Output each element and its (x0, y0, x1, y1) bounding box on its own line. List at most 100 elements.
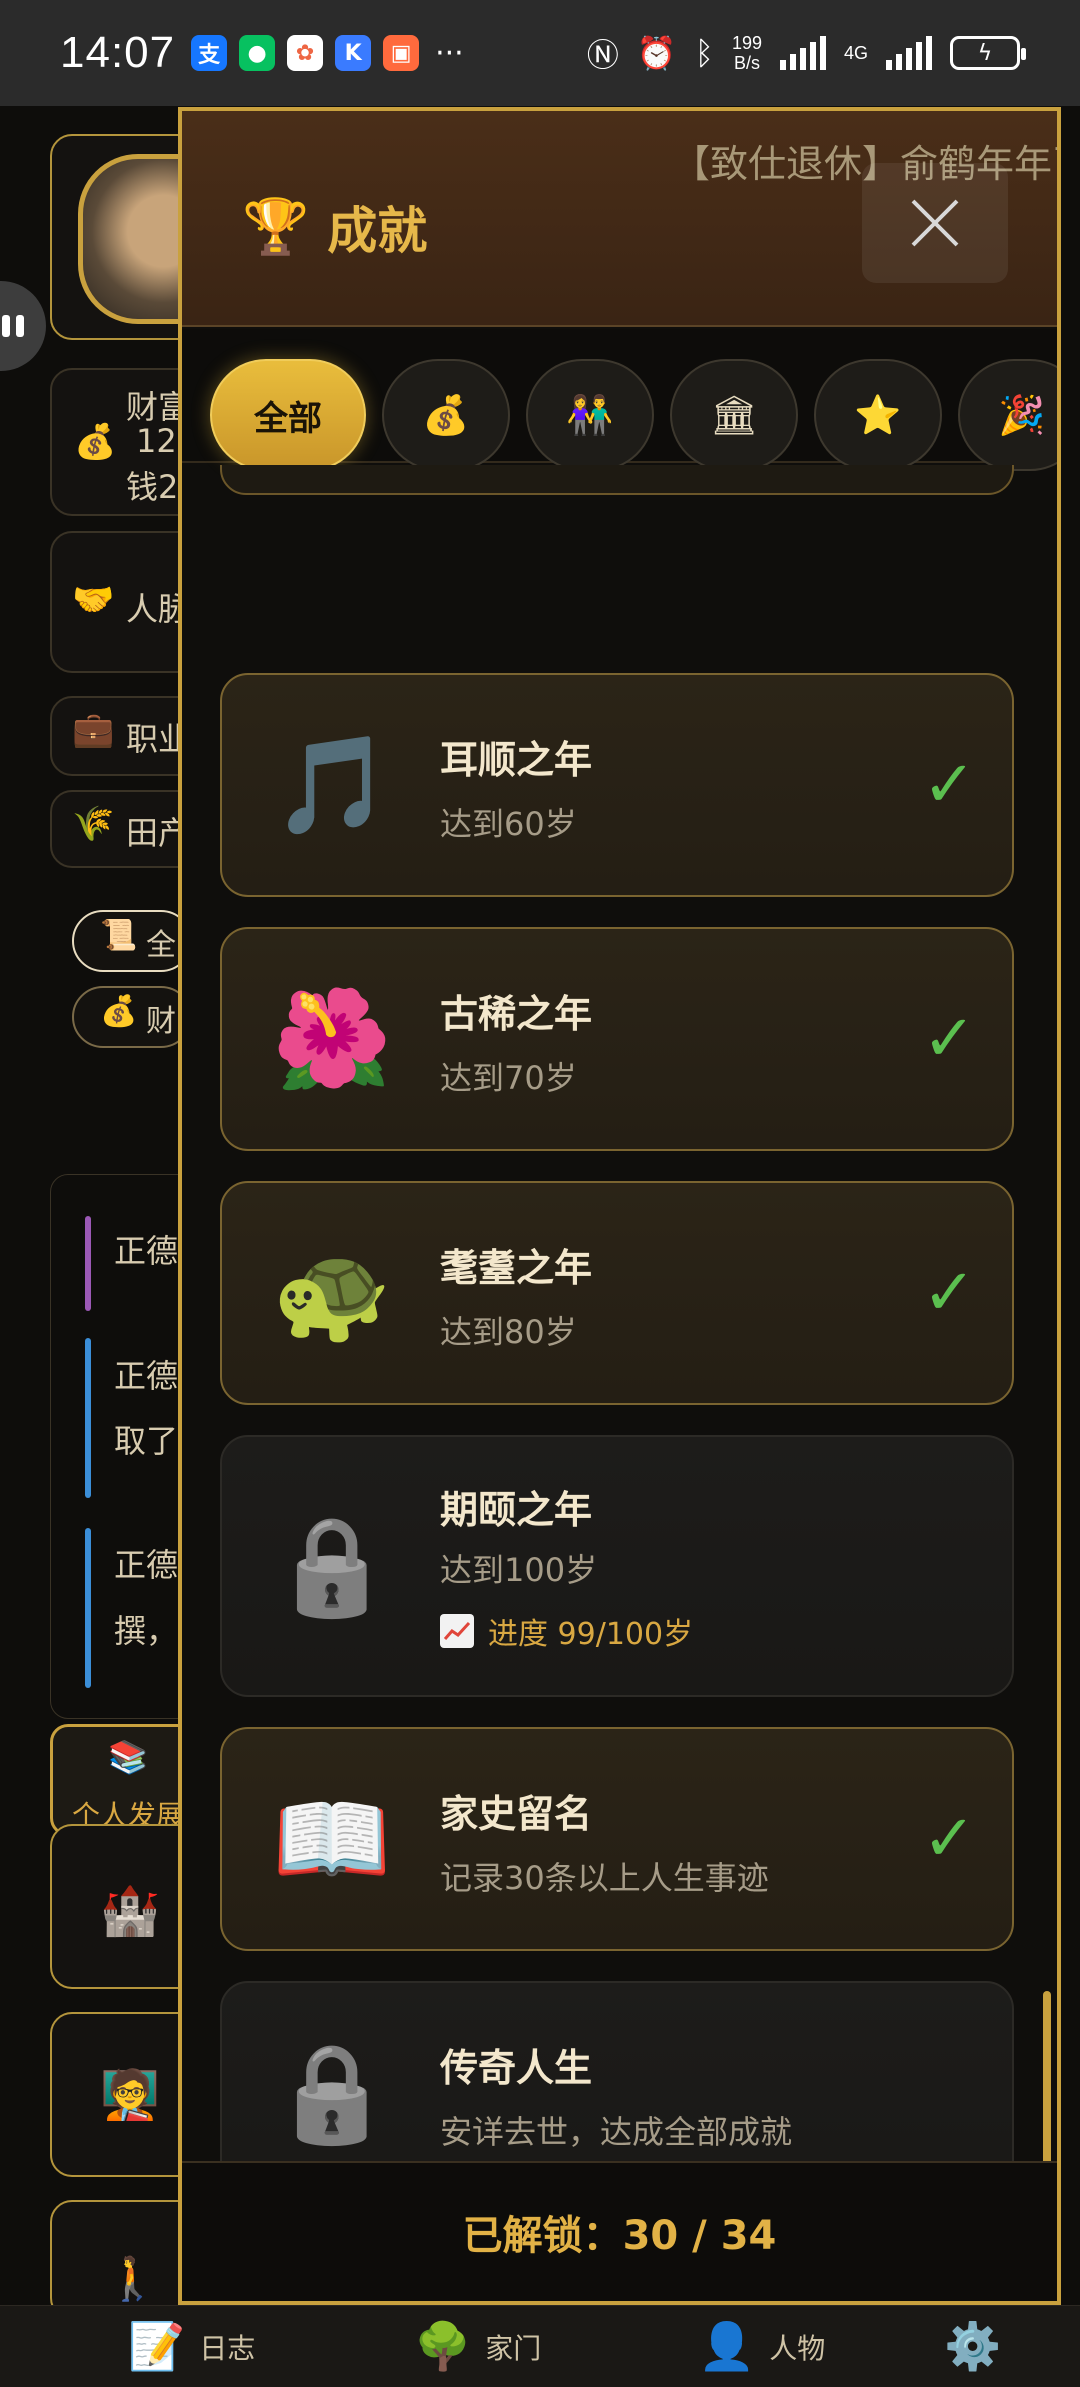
event-text: 正德 (114, 1357, 179, 1395)
achievement-list[interactable]: 🎵 耳顺之年 达到60岁 ✓ 🌺 古稀之年 达到70岁 ✓ 🐢 耄耋之年 达到8… (182, 465, 1057, 2165)
money-bag-icon: 💰 (74, 422, 117, 462)
network-type: 4G (843, 43, 868, 63)
achievement-desc: 记录30条以上人生事迹 (440, 1859, 769, 1897)
achievement-name: 耳顺之年 (440, 738, 593, 782)
achievement-desc: 安详去世，达成全部成就 (440, 2113, 793, 2151)
event-text: 正德 (114, 1232, 179, 1270)
books-icon: 📚 (108, 1738, 148, 1776)
nav-settings[interactable]: ⚙️ (944, 2319, 1001, 2374)
tab-special[interactable]: ⭐ (814, 359, 942, 471)
nav-character[interactable]: 👤 人物 (698, 2319, 825, 2374)
modal-title: 成就 (327, 202, 428, 260)
achievement-desc: 达到80岁 (440, 1313, 577, 1351)
castle-icon: 🏰 (100, 1883, 160, 1939)
achievement-card[interactable]: 🎵 耳顺之年 达到60岁 ✓ (220, 673, 1014, 897)
achievement-card[interactable]: 🐢 耄耋之年 达到80岁 ✓ (220, 1181, 1014, 1405)
nav-log[interactable]: 📝 日志 (128, 2319, 255, 2374)
event-marker (85, 1216, 91, 1311)
achievement-desc: 达到60岁 (440, 805, 577, 843)
lock-icon: 🔒 (272, 2036, 392, 2149)
event-text: 正德 (114, 1546, 179, 1584)
close-icon (911, 199, 959, 247)
speed-unit: B/s (733, 53, 760, 73)
alarm-icon: ⏰ (636, 34, 677, 72)
achievement-name: 古稀之年 (440, 992, 593, 1036)
achievement-desc: 达到70岁 (440, 1059, 577, 1097)
handshake-icon: 🤝 (72, 580, 115, 620)
rice-icon: 🌾 (72, 804, 115, 844)
network-speed: 199 B/s (732, 33, 762, 73)
wechat-icon: ● (239, 35, 276, 71)
star-icon: ⭐ (854, 392, 902, 437)
tag-wealth-label: 财 (146, 1004, 176, 1039)
music-note-icon: 🎵 (272, 728, 392, 841)
filter-tabs: 全部 💰 👫 🏛 ⭐ 🎉 (182, 329, 1057, 471)
checkmark-icon: ✓ (922, 748, 976, 822)
more-notifications-icon: ··· (435, 35, 464, 71)
achievement-card-locked[interactable]: 🔒 期颐之年 达到100岁 进度 99/100岁 (220, 1435, 1014, 1697)
progress-text: 进度 99/100岁 (488, 1617, 694, 1652)
nav-log-label: 日志 (199, 2331, 256, 2365)
achievement-card-locked[interactable]: 🔒 传奇人生 安详去世，达成全部成就 (220, 1981, 1014, 2165)
tab-events[interactable]: 🎉 (958, 359, 1057, 471)
chart-increasing-icon (440, 1614, 474, 1648)
person-icon: 👤 (698, 2319, 756, 2373)
gear-icon: ⚙️ (944, 2319, 1002, 2373)
title-row: 🏆 成就 (242, 191, 427, 263)
achievement-name: 耄耋之年 (440, 1246, 593, 1290)
tab-career[interactable]: 🏛 (670, 359, 798, 471)
app-k-icon: K (335, 35, 372, 71)
memo-icon: 📝 (128, 2319, 186, 2373)
tab-family[interactable]: 👫 (526, 359, 654, 471)
nav-family[interactable]: 🌳 家门 (414, 2319, 541, 2374)
classical-building-icon: 🏛 (709, 392, 759, 437)
status-bar: 14:07 支 ● ✿ K ▣ ··· Ⓝ ⏰ ᛒ 199 B/s 4G ϟ (0, 0, 1080, 106)
money-value: 钱2 (126, 468, 179, 506)
achievement-card-partial (220, 465, 1014, 495)
event-marker (85, 1528, 91, 1688)
lock-icon: 🔒 (272, 1509, 392, 1622)
tree-icon: 🌳 (414, 2319, 472, 2373)
notification-icons: 支 ● ✿ K ▣ (191, 35, 420, 71)
achievement-name: 传奇人生 (440, 2046, 593, 2090)
checkmark-icon: ✓ (922, 1802, 976, 1876)
money-bag-icon: 💰 (422, 392, 470, 437)
achievement-name: 家史留名 (440, 1792, 593, 1836)
signal-icon-2 (886, 36, 932, 70)
tab-all[interactable]: 全部 (210, 359, 366, 471)
achievement-card[interactable]: 🌺 古稀之年 达到70岁 ✓ (220, 927, 1014, 1151)
party-popper-icon: 🎉 (998, 392, 1046, 437)
floating-handle[interactable] (0, 281, 46, 371)
event-text: 撰， (114, 1612, 179, 1650)
app-icon: ✿ (287, 35, 324, 71)
achievement-desc: 达到100岁 (440, 1551, 598, 1589)
close-button[interactable] (862, 163, 1008, 283)
signal-icon (779, 36, 826, 70)
tab-wealth[interactable]: 💰 (382, 359, 510, 471)
event-marker (85, 1338, 91, 1498)
open-book-icon: 📖 (272, 1782, 392, 1895)
event-text: 取了 (114, 1422, 179, 1460)
couple-icon: 👫 (566, 392, 614, 437)
nav-family-label: 家门 (485, 2331, 542, 2365)
trophy-icon: 🏆 (242, 195, 310, 258)
turtle-icon: 🐢 (272, 1236, 392, 1349)
teacher-icon: 🧑‍🏫 (100, 2067, 160, 2123)
achievement-card[interactable]: 📖 家史留名 记录30条以上人生事迹 ✓ (220, 1727, 1014, 1951)
bluetooth-icon: ᛒ (694, 34, 714, 72)
nfc-icon: Ⓝ (586, 36, 619, 74)
achievement-name: 期颐之年 (440, 1488, 593, 1532)
checkmark-icon: ✓ (922, 1256, 976, 1330)
achievements-modal: 【致仕退休】俞鹤年年已 🏆 成就 全部 💰 👫 🏛 ⭐ 🎉 🎵 耳顺之年 达到6… (178, 107, 1061, 2305)
battery-charging-icon: ϟ (950, 36, 1026, 70)
alipay-icon: 支 (191, 35, 228, 71)
tag-all-label: 全 (146, 928, 176, 963)
scroll-icon: 📜 (100, 918, 138, 953)
unlocked-summary: 已解锁：30 / 34 (182, 2161, 1057, 2301)
money-bag-icon-small: 💰 (100, 994, 138, 1029)
achievement-progress: 进度 99/100岁 (440, 1609, 693, 1653)
nav-character-label: 人物 (769, 2331, 826, 2365)
checkmark-icon: ✓ (922, 1002, 976, 1076)
bottom-navigation: 📝 日志 🌳 家门 👤 人物 ⚙️ (0, 2305, 1080, 2387)
hibiscus-icon: 🌺 (272, 982, 392, 1095)
